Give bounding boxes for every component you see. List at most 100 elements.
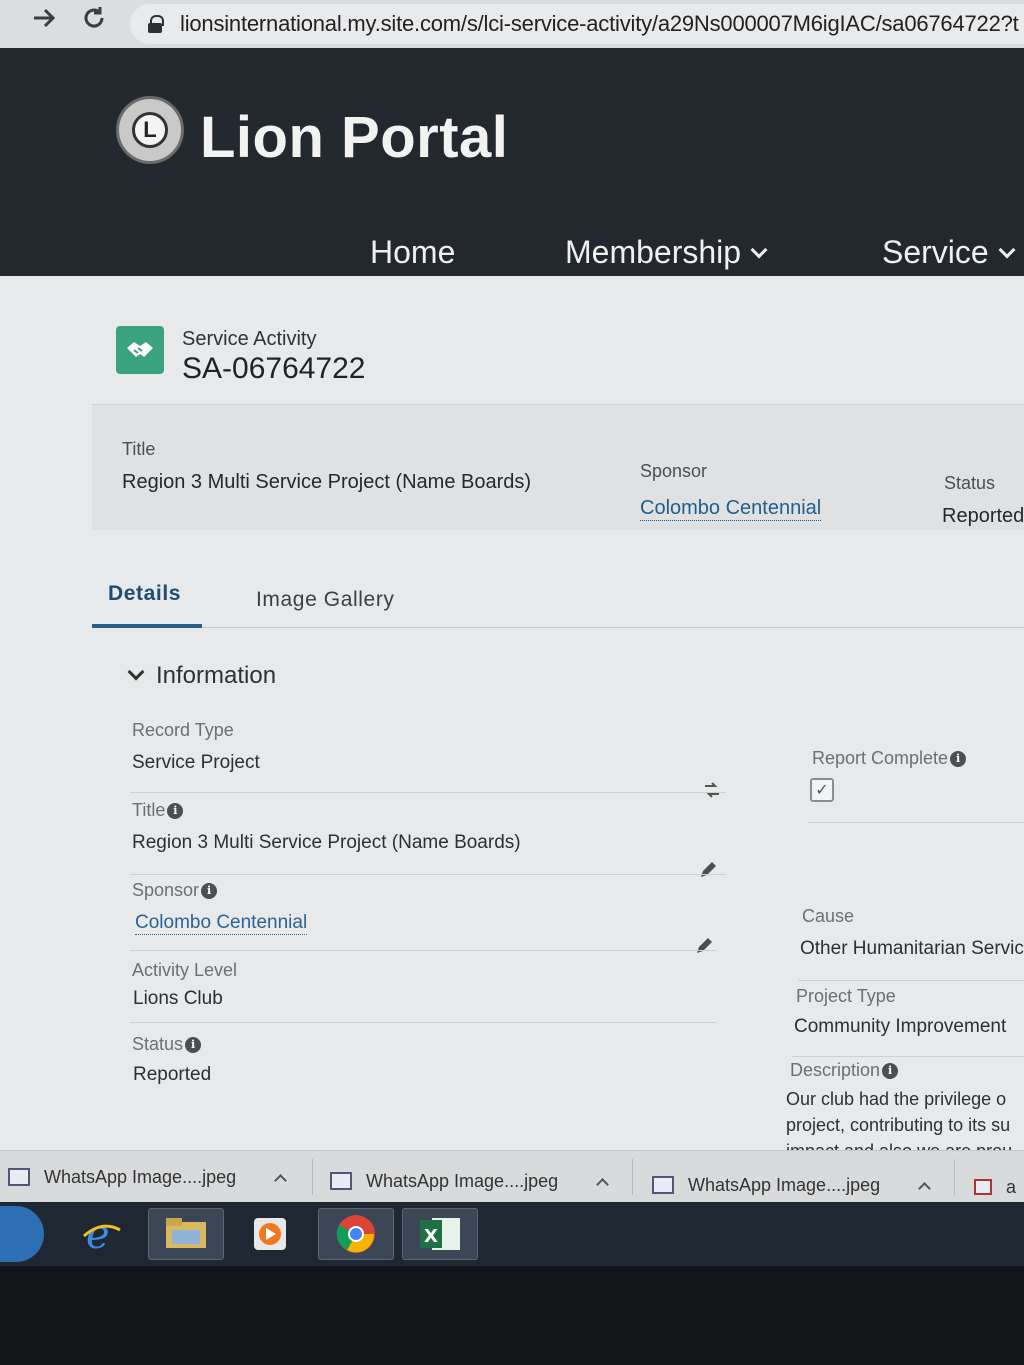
windows-taskbar: e X [0, 1202, 1024, 1266]
lions-logo-icon[interactable]: L [116, 96, 184, 164]
url-text: lionsinternational.my.site.com/s/lci-ser… [180, 11, 1019, 36]
logo-letter: L [132, 112, 168, 148]
field-activity-level-label: Activity Level [132, 960, 237, 981]
field-sponsor-link[interactable]: Colombo Centennial [135, 912, 308, 935]
nav-membership-label: Membership [565, 234, 742, 270]
svg-text:X: X [424, 1226, 438, 1247]
field-title-label: Title i [132, 800, 184, 821]
download-item[interactable]: WhatsApp Image....jpeg [330, 1165, 609, 1197]
field-description-label-text: Description [790, 1060, 881, 1080]
portal-header: L Lion Portal Home Membership Service [0, 48, 1024, 288]
field-sponsor-label-text: Sponsor [132, 880, 200, 900]
info-icon[interactable]: i [167, 802, 184, 819]
record-type-label: Service Activity [182, 328, 317, 350]
field-record-type-value: Service Project [132, 752, 260, 773]
browser-toolbar: lionsinternational.my.site.com/s/lci-ser… [0, 0, 1024, 48]
nav-home[interactable]: Home [370, 234, 455, 271]
image-file-icon [652, 1176, 674, 1194]
description-line: Our club had the privilege o [786, 1089, 1007, 1109]
field-report-complete-label: Report Complete i [812, 748, 967, 769]
tab-image-gallery[interactable]: Image Gallery [256, 588, 395, 612]
brand-title[interactable]: Lion Portal [200, 104, 508, 171]
field-activity-level-label-text: Activity Level [132, 960, 238, 980]
download-separator [954, 1159, 955, 1195]
tab-details[interactable]: Details [108, 582, 181, 606]
field-divider [130, 1022, 716, 1023]
field-project-type-label: Project Type [796, 986, 896, 1007]
chevron-down-icon [750, 241, 768, 258]
highlight-sponsor-label: Sponsor [640, 461, 708, 481]
edit-pencil-icon[interactable] [694, 936, 714, 956]
excel-icon[interactable]: X [402, 1208, 478, 1260]
forward-arrow-icon[interactable] [26, 0, 62, 36]
info-icon[interactable]: i [882, 1062, 899, 1079]
download-item[interactable]: WhatsApp Image....jpeg [8, 1161, 287, 1193]
highlight-status-label: Status [944, 473, 996, 493]
section-information-header[interactable]: Information [127, 662, 277, 690]
description-line: project, contributing to its su [786, 1115, 1011, 1135]
field-divider [792, 1056, 1024, 1057]
highlights-panel: Title Region 3 Multi Service Project (Na… [92, 404, 1024, 530]
field-title-value: Region 3 Multi Service Project (Name Boa… [132, 832, 521, 853]
info-icon[interactable]: i [185, 1036, 202, 1053]
chevron-down-icon [127, 663, 145, 681]
chevron-up-icon[interactable] [918, 1181, 931, 1195]
download-filename: a [1006, 1176, 1017, 1197]
chevron-up-icon[interactable] [274, 1173, 287, 1187]
nav-service[interactable]: Service [882, 234, 1016, 271]
download-filename: WhatsApp Image....jpeg [688, 1174, 881, 1195]
info-icon[interactable]: i [950, 750, 967, 767]
nav-service-label: Service [882, 234, 989, 270]
download-filename: WhatsApp Image....jpeg [366, 1170, 559, 1191]
info-icon[interactable]: i [201, 882, 218, 899]
downloads-bar: WhatsApp Image....jpeg WhatsApp Image...… [0, 1150, 1024, 1202]
monitor-bezel [0, 1266, 1024, 1365]
edit-pencil-icon[interactable] [698, 860, 718, 880]
download-item[interactable]: WhatsApp Image....jpeg [652, 1169, 931, 1201]
field-description-label: Description i [790, 1060, 899, 1081]
field-divider [130, 874, 726, 875]
record-page: Service Activity SA-06764722 Title Regio… [0, 276, 1024, 1156]
field-report-complete-label-text: Report Complete [812, 748, 949, 768]
field-status-label: Status i [132, 1034, 202, 1055]
field-sponsor-label: Sponsor i [132, 880, 218, 901]
chevron-up-icon[interactable] [596, 1177, 609, 1191]
chrome-icon[interactable] [318, 1208, 394, 1260]
section-title: Information [156, 662, 277, 689]
field-record-type-label-text: Record Type [132, 720, 234, 740]
handshake-icon [116, 326, 164, 374]
field-cause-label-text: Cause [802, 906, 855, 926]
highlight-title-value: Region 3 Multi Service Project (Name Boa… [122, 471, 532, 493]
field-divider [798, 980, 1024, 981]
field-project-type-value: Community Improvement [794, 1016, 1007, 1037]
lock-icon [148, 15, 164, 33]
start-button-icon[interactable] [0, 1206, 44, 1262]
reload-icon[interactable] [76, 0, 112, 36]
field-status-label-text: Status [132, 1034, 184, 1054]
file-explorer-icon[interactable] [148, 1208, 224, 1260]
field-divider [808, 822, 1024, 823]
image-file-icon [330, 1172, 352, 1190]
address-bar[interactable]: lionsinternational.my.site.com/s/lci-ser… [130, 4, 1024, 44]
active-tab-indicator [92, 624, 202, 628]
internet-explorer-icon[interactable]: e [64, 1208, 140, 1260]
download-item[interactable]: a [974, 1171, 1016, 1203]
record-id: SA-06764722 [182, 352, 366, 385]
field-activity-level-value: Lions Club [133, 988, 223, 1009]
field-cause-label: Cause [802, 906, 854, 927]
record-tabs: Details Image Gallery [92, 574, 1024, 628]
highlight-sponsor-link[interactable]: Colombo Centennial [640, 497, 822, 521]
nav-membership[interactable]: Membership [565, 234, 768, 271]
field-title-label-text: Title [132, 800, 166, 820]
svg-text:e: e [86, 1212, 110, 1256]
field-record-type-label: Record Type [132, 720, 234, 741]
field-cause-value: Other Humanitarian Servic [800, 938, 1024, 959]
checkmark-icon: ✓ [815, 782, 829, 799]
powerpoint-file-icon [974, 1179, 992, 1195]
media-player-icon[interactable] [232, 1208, 308, 1260]
field-description-value: Our club had the privilege o project, co… [786, 1086, 1024, 1156]
report-complete-checkbox[interactable]: ✓ [810, 778, 834, 802]
download-separator [632, 1159, 633, 1195]
change-record-type-icon[interactable] [702, 780, 722, 800]
image-file-icon [8, 1168, 30, 1186]
